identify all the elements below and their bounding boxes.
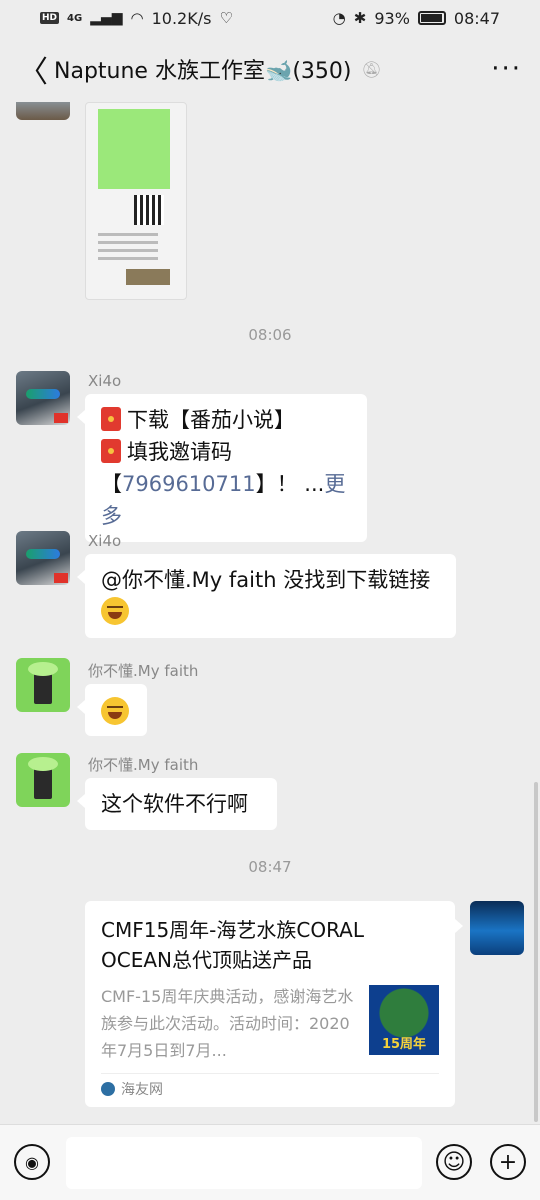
avatar[interactable] bbox=[16, 371, 70, 425]
source-icon bbox=[101, 1082, 115, 1096]
message-text: 】！ ... bbox=[255, 472, 325, 496]
message-input[interactable] bbox=[66, 1137, 422, 1189]
network-type: 4G bbox=[67, 12, 83, 24]
sender-name: Xi4o bbox=[88, 532, 122, 550]
message-bubble[interactable]: 下载【番茄小说】 填我邀请码 【7969610711】！ ...更多 bbox=[77, 394, 367, 542]
chat-title: Naptune 水族工作室🐋(350) bbox=[54, 59, 352, 84]
sender-name: Xi4o bbox=[88, 372, 122, 390]
hd-badge: HD bbox=[40, 12, 60, 24]
image-chat-preview bbox=[98, 109, 170, 189]
image-text-lines bbox=[98, 233, 158, 263]
message-line: 【7969610711】！ ...更多 bbox=[101, 468, 351, 532]
message-line: 下载【番茄小说】 bbox=[101, 404, 351, 436]
emoji-button[interactable]: ☺ bbox=[436, 1144, 472, 1180]
scrollbar[interactable] bbox=[534, 782, 538, 1122]
message-bubble[interactable]: @你不懂.My faith 没找到下载链接 bbox=[77, 554, 456, 638]
wifi-icon: ◠ bbox=[130, 9, 144, 27]
card-title: CMF15周年-海艺水族CORAL OCEAN总代顶贴送产品 bbox=[101, 918, 365, 972]
timestamp: 08:47 bbox=[248, 858, 292, 876]
message-text: 这个软件不行啊 bbox=[101, 792, 248, 816]
sender-name: 你不懂.My faith bbox=[88, 662, 199, 680]
status-right: ◔ ✱ 93% 08:47 bbox=[333, 9, 500, 28]
facepalm-emoji-icon bbox=[101, 597, 129, 625]
message-text: 【 bbox=[101, 472, 122, 496]
network-speed: 10.2K/s bbox=[151, 8, 212, 28]
more-button[interactable]: ··· bbox=[491, 54, 522, 84]
mute-icon: 🔕︎ bbox=[361, 59, 382, 79]
status-left: HD 4G ▂▄▆ ◠ 10.2K/s ♡ bbox=[40, 9, 233, 28]
chat-header: 〈 Naptune 水族工作室🐋(350) 🔕︎ ··· bbox=[0, 36, 540, 102]
bluetooth-icon: ✱ bbox=[353, 9, 367, 27]
status-bar: HD 4G ▂▄▆ ◠ 10.2K/s ♡ ◔ ✱ 93% 08:47 bbox=[0, 0, 540, 36]
clock: 08:47 bbox=[453, 8, 500, 28]
message-text: 填我邀请码 bbox=[127, 440, 232, 464]
message-bubble[interactable] bbox=[77, 684, 147, 736]
card-thumbnail-text: 15周年 bbox=[381, 1037, 427, 1052]
my-avatar[interactable] bbox=[470, 901, 524, 955]
facepalm-emoji-icon bbox=[101, 697, 129, 725]
message-bubble[interactable]: 这个软件不行啊 bbox=[77, 778, 277, 830]
avatar[interactable] bbox=[16, 531, 70, 585]
image-message[interactable] bbox=[85, 102, 187, 300]
message-text: @你不懂.My faith 没找到下载链接 bbox=[101, 568, 431, 592]
image-thumbnail bbox=[126, 269, 170, 285]
alarm-icon: ◔ bbox=[332, 9, 346, 27]
voice-input-button[interactable]: ◉ bbox=[14, 1144, 50, 1180]
red-envelope-icon bbox=[101, 407, 121, 431]
avatar[interactable] bbox=[16, 102, 70, 120]
signal-icon: ▂▄▆ bbox=[90, 10, 123, 26]
card-source-name: 海友网 bbox=[121, 1082, 163, 1098]
battery-icon bbox=[417, 11, 446, 25]
health-icon: ♡ bbox=[219, 9, 233, 27]
chat-area[interactable]: 08:06 Xi4o 下载【番茄小说】 填我邀请码 【7969610711】！ … bbox=[0, 102, 540, 1124]
card-description: CMF-15周年庆典活动，感谢海艺水族参与此次活动。活动时间：2020年7月5日… bbox=[101, 987, 354, 1060]
sender-name: 你不懂.My faith bbox=[88, 756, 199, 774]
plus-button[interactable]: + bbox=[490, 1144, 526, 1180]
message-text: 下载【番茄小说】 bbox=[127, 408, 295, 432]
back-button[interactable]: 〈 bbox=[18, 47, 48, 91]
invite-code-link[interactable]: 7969610711 bbox=[122, 472, 256, 496]
card-source: 海友网 bbox=[101, 1079, 163, 1099]
timestamp: 08:06 bbox=[248, 326, 292, 344]
message-line: 填我邀请码 bbox=[101, 436, 351, 468]
input-bar: ◉ ☺ + bbox=[0, 1124, 540, 1200]
divider bbox=[101, 1073, 439, 1074]
link-card[interactable]: CMF15周年-海艺水族CORAL OCEAN总代顶贴送产品 CMF-15周年庆… bbox=[85, 901, 463, 1107]
avatar[interactable] bbox=[16, 658, 70, 712]
battery-percent: 93% bbox=[374, 8, 410, 28]
red-envelope-icon bbox=[101, 439, 121, 463]
image-qr-code bbox=[134, 195, 164, 225]
avatar[interactable] bbox=[16, 753, 70, 807]
